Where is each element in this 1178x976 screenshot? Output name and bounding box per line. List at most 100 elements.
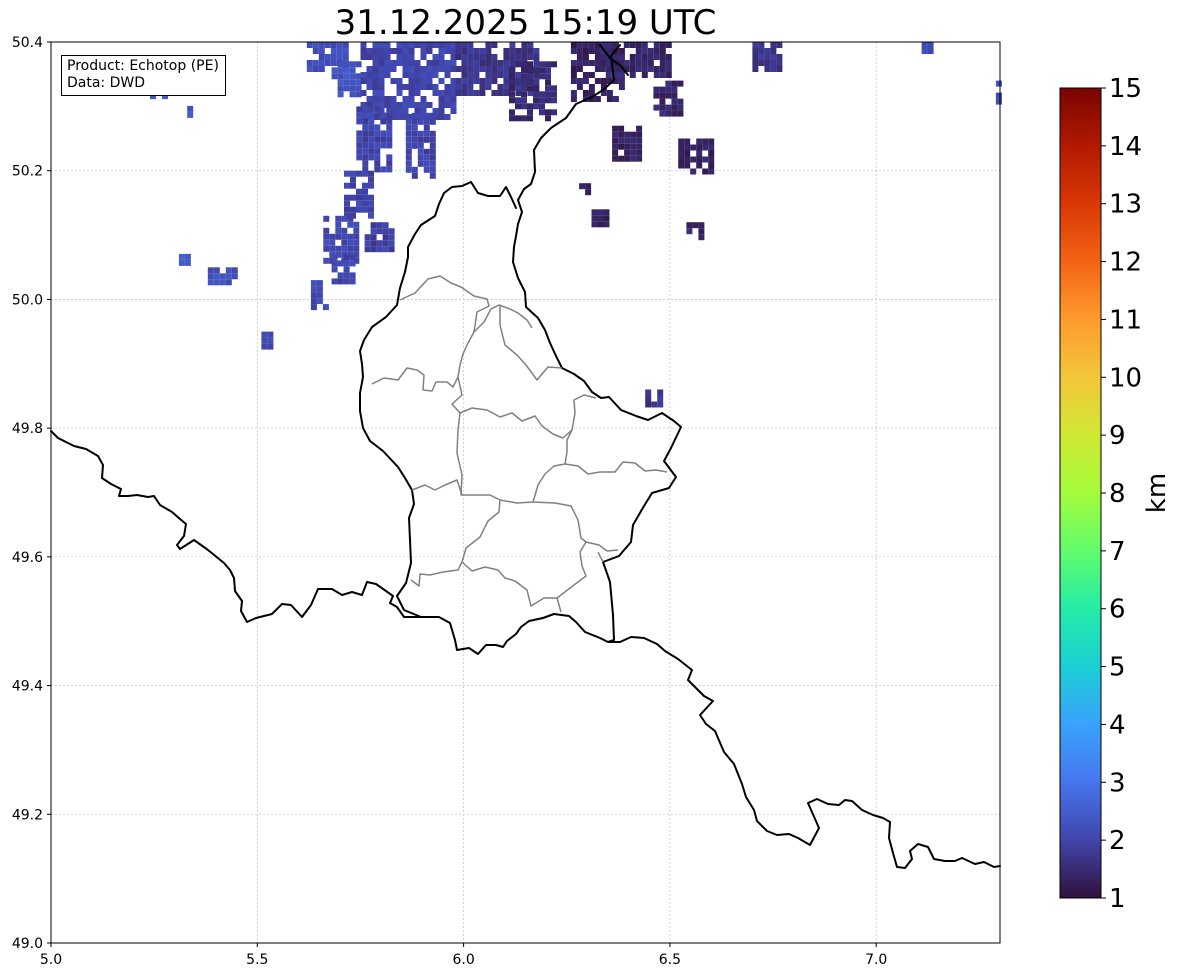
echo-pixel (479, 90, 486, 96)
echo-pixel (306, 60, 313, 66)
echo-pixel (758, 60, 765, 66)
echo-pixel (461, 54, 468, 60)
echo-pixel (350, 194, 356, 201)
echo-pixel (623, 60, 630, 66)
echo-pixel (390, 66, 397, 72)
echo-pixel (686, 222, 693, 229)
echo-pixel (368, 136, 375, 143)
echo-pixel (671, 80, 678, 87)
echo-pixel (372, 72, 379, 78)
echo-pixel (372, 90, 379, 96)
echo-pixel (612, 149, 619, 156)
echo-pixel (396, 108, 403, 114)
echo-pixel (641, 60, 648, 66)
echo-pixel (382, 222, 389, 229)
echo-pixel (370, 228, 377, 235)
echo-pixel (503, 78, 510, 84)
echo-pixel (343, 272, 350, 279)
echo-pixel (764, 48, 771, 54)
echo-pixel (360, 90, 367, 96)
y-tick-label: 50.0 (12, 292, 43, 308)
echo-pixel (350, 176, 356, 183)
echo-pixel (349, 85, 356, 92)
echo-pixel (417, 154, 424, 161)
echo-pixel (515, 61, 521, 68)
colorbar-unit-label: km (1142, 473, 1172, 513)
echo-pixel (605, 72, 612, 78)
echo-pixel (386, 118, 393, 125)
echo-pixel (372, 96, 379, 102)
echo-pixel (444, 114, 451, 120)
canton-border (597, 551, 604, 563)
echo-pixel (570, 78, 577, 84)
echo-pixel (491, 78, 498, 84)
echo-pixel (521, 79, 527, 86)
echo-pixel (405, 136, 412, 143)
echo-pixel (343, 85, 350, 92)
echo-pixel (612, 96, 619, 102)
echo-pixel (752, 54, 759, 60)
echo-pixel (388, 240, 395, 247)
echo-pixel (388, 228, 395, 235)
echo-pixel (207, 279, 214, 286)
echo-pixel (599, 60, 606, 66)
echo-pixel (438, 60, 445, 66)
echo-pixel (485, 66, 492, 72)
echo-pixel (349, 91, 356, 98)
echo-pixel (316, 298, 323, 305)
echo-pixel (380, 130, 387, 137)
echo-pixel (356, 200, 362, 207)
echo-pixel (671, 92, 678, 99)
echo-pixel (261, 331, 268, 338)
echo-pixel (349, 278, 356, 285)
echo-pixel (485, 48, 492, 54)
echo-pixel (647, 54, 654, 60)
x-tick-label: 5.5 (246, 952, 268, 968)
echo-pixel (758, 42, 765, 48)
echo-pixel (343, 260, 350, 267)
echo-pixel (414, 72, 421, 78)
echo-pixel (503, 84, 510, 90)
echo-pixel (420, 66, 427, 72)
echo-pixel (450, 60, 457, 66)
echo-pixel (417, 112, 424, 119)
echo-pixel (405, 160, 412, 167)
echo-pixel (417, 142, 424, 149)
echo-pixel (491, 90, 498, 96)
echo-pixel (509, 109, 515, 116)
echo-pixel (429, 154, 436, 161)
echo-pixel (356, 188, 362, 195)
echo-pixel (702, 144, 709, 151)
echo-pixel (671, 86, 678, 93)
echo-pixel (402, 96, 409, 102)
echo-pixel (225, 279, 232, 286)
echo-pixel (261, 337, 268, 344)
colorbar-tick-label: 9 (1109, 421, 1126, 451)
colorbar-tick-label: 5 (1109, 653, 1126, 683)
echo-pixel (473, 48, 480, 54)
echo-pixel (588, 48, 595, 54)
echo-pixel (318, 66, 325, 72)
echo-pixel (653, 42, 660, 48)
echo-pixel (545, 109, 551, 116)
echo-pixel (360, 48, 367, 54)
echo-pixel (372, 84, 379, 90)
echo-pixel (657, 395, 664, 402)
echo-pixel (473, 90, 480, 96)
echo-pixel (374, 124, 381, 131)
echo-pixel (677, 98, 684, 105)
echo-pixel (467, 48, 474, 54)
canton-borders (371, 275, 668, 613)
echo-pixel (450, 102, 457, 108)
echo-pixel (776, 60, 783, 66)
echo-pixel (330, 54, 337, 60)
echo-pixel (306, 42, 313, 48)
country-borders (50, 44, 1001, 869)
echo-pixel (341, 233, 348, 240)
echo-pixel (758, 54, 765, 60)
echo-pixel (337, 79, 344, 86)
echo-pixel (312, 66, 319, 72)
echo-pixel (384, 48, 391, 54)
echo-pixel (521, 42, 528, 48)
echo-pixel (653, 54, 660, 60)
